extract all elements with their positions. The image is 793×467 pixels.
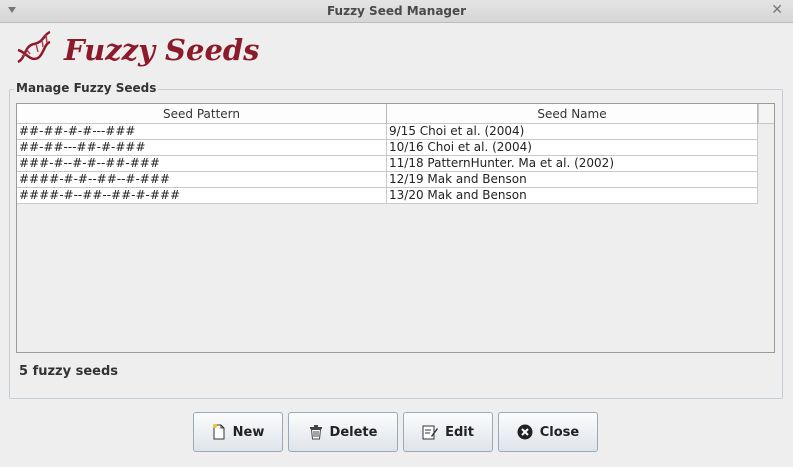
- seed-name-cell: 9/15 Choi et al. (2004): [387, 124, 758, 140]
- dna-helix-icon: [17, 30, 51, 64]
- seed-name-cell: 11/18 PatternHunter. Ma et al. (2002): [387, 156, 758, 172]
- close-button-label: Close: [539, 424, 580, 440]
- edit-button[interactable]: Edit: [403, 412, 493, 452]
- table-body: ##-##-#-#---### 9/15 Choi et al. (2004) …: [17, 124, 758, 204]
- table-row[interactable]: ###-#--#-#--##-### 11/18 PatternHunter. …: [17, 156, 758, 172]
- trash-icon: [309, 425, 322, 440]
- seed-pattern-cell: ###-#--#-#--##-###: [17, 156, 387, 172]
- seed-name-cell: 13/20 Mak and Benson: [387, 188, 758, 204]
- table-row[interactable]: ####-#--##--##-#-### 13/20 Mak and Benso…: [17, 188, 758, 204]
- new-button[interactable]: New: [193, 412, 283, 452]
- new-button-label: New: [232, 424, 265, 440]
- column-header-seed-pattern[interactable]: Seed Pattern: [17, 104, 387, 124]
- close-circle-icon: [517, 424, 533, 440]
- seed-name-cell: 10/16 Choi et al. (2004): [387, 140, 758, 156]
- edit-icon: [422, 425, 439, 440]
- app-title: Fuzzy Seeds: [64, 33, 260, 67]
- delete-button-label: Delete: [329, 424, 378, 440]
- scrollbar-corner: [758, 104, 774, 124]
- table-row[interactable]: ##-##-#-#---### 9/15 Choi et al. (2004): [17, 124, 758, 140]
- table-header: Seed Pattern Seed Name: [17, 104, 758, 124]
- window-title: Fuzzy Seed Manager: [326, 4, 467, 18]
- fuzzy-seed-manager-window: Fuzzy Seed Manager ✕ Fuzzy Seeds Manage …: [0, 0, 793, 467]
- column-header-seed-name[interactable]: Seed Name: [387, 104, 758, 124]
- seed-pattern-cell: ####-#-#--##--#-###: [17, 172, 387, 188]
- close-button[interactable]: Close: [498, 412, 598, 452]
- window-close-icon[interactable]: ✕: [771, 2, 783, 18]
- table-row[interactable]: ##-##---##-#-### 10/16 Choi et al. (2004…: [17, 140, 758, 156]
- group-label: Manage Fuzzy Seeds: [14, 81, 159, 95]
- seeds-table[interactable]: Seed Pattern Seed Name ##-##-#-#---### 9…: [16, 103, 775, 353]
- title-bar: Fuzzy Seed Manager ✕: [0, 0, 793, 23]
- new-document-icon: [212, 424, 225, 440]
- seed-count-label: 5 fuzzy seeds: [19, 364, 119, 379]
- seed-pattern-cell: ####-#--##--##-#-###: [17, 188, 387, 204]
- seed-name-cell: 12/19 Mak and Benson: [387, 172, 758, 188]
- seed-pattern-cell: ##-##-#-#---###: [17, 124, 387, 140]
- table-row[interactable]: ####-#-#--##--#-### 12/19 Mak and Benson: [17, 172, 758, 188]
- edit-button-label: Edit: [445, 424, 474, 440]
- seed-pattern-cell: ##-##---##-#-###: [17, 140, 387, 156]
- delete-button[interactable]: Delete: [288, 412, 398, 452]
